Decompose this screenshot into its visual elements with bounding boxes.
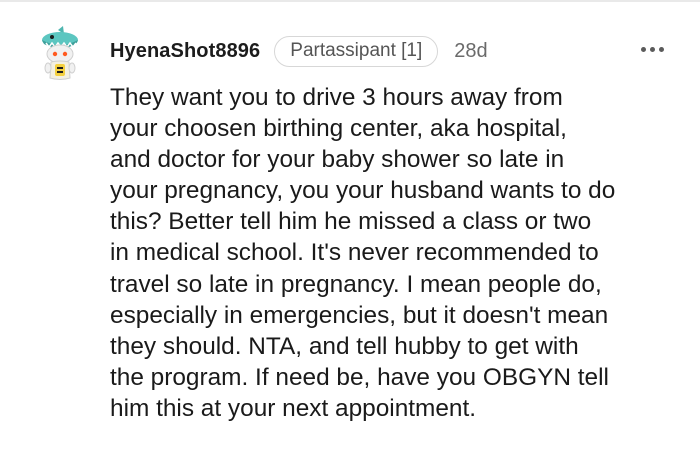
comment-line: and doctor for your baby shower so late … xyxy=(110,146,565,174)
comment-line: your choosen birthing center, aka hospit… xyxy=(110,115,567,143)
comment-body: They want you to drive 3 hours away from… xyxy=(110,82,670,424)
more-options-icon[interactable] xyxy=(641,44,667,54)
comment-timestamp[interactable]: 28d xyxy=(454,40,487,63)
snoo-avatar-icon[interactable] xyxy=(36,26,88,82)
comment-line: travel so late in pregnancy. I mean peop… xyxy=(110,270,602,298)
comment-line: this? Better tell him he missed a class … xyxy=(110,208,592,236)
comment-line: the program. If need be, have you OBGYN … xyxy=(110,363,609,391)
comment-line: They want you to drive 3 hours away from xyxy=(110,84,563,111)
username-link[interactable]: HyenaShot8896 xyxy=(110,40,260,63)
comment-line: especially in emergencies, but it doesn'… xyxy=(110,301,609,329)
comment-line: your pregnancy, you your husband wants t… xyxy=(110,177,616,205)
comment-header: HyenaShot8896 Partassipant [1] 28d xyxy=(110,35,488,67)
comment-line: in medical school. It's never recommende… xyxy=(110,239,599,267)
comment-card: HyenaShot8896 Partassipant [1] 28d They … xyxy=(0,0,700,455)
user-flair-badge: Partassipant [1] xyxy=(274,35,439,67)
comment-line: him this at your next appointment. xyxy=(110,394,477,422)
comment-line: they should. NTA, and tell hubby to get … xyxy=(110,332,579,360)
